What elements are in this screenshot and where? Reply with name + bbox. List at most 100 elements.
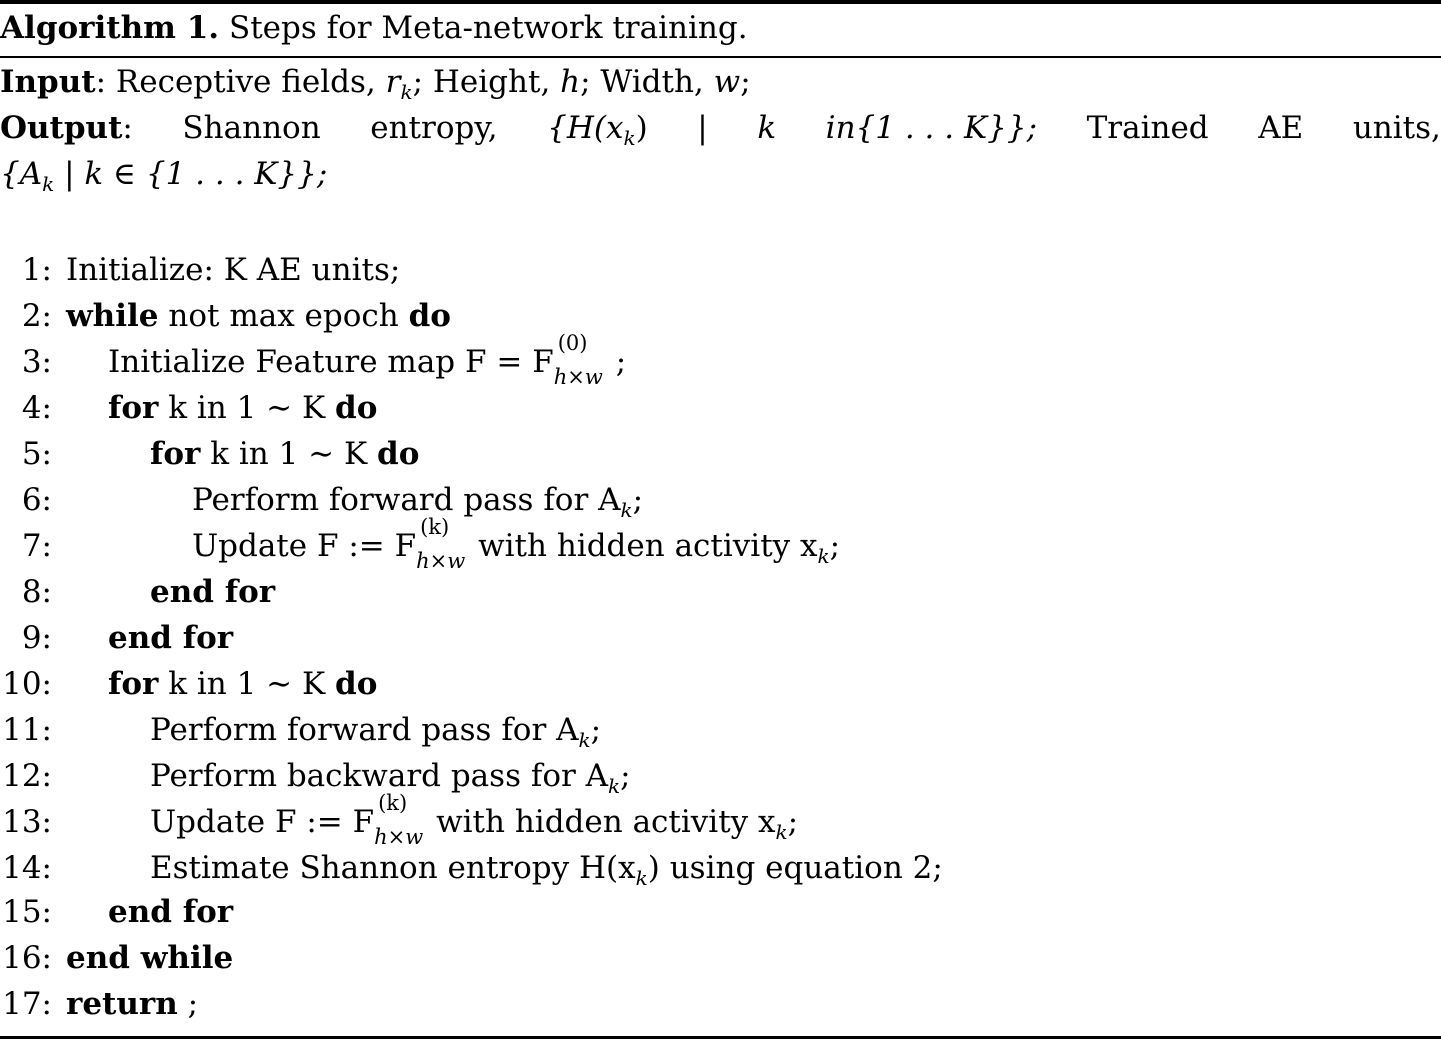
input-label: Input <box>0 64 96 100</box>
output-label: Output <box>0 110 123 146</box>
bottom-rule <box>0 1036 1441 1039</box>
math-sub: k <box>42 172 55 197</box>
keyword: do <box>335 390 378 426</box>
step-body: for k in 1 ∼ K do <box>108 666 377 702</box>
step-text: Update F := F <box>192 528 417 564</box>
step-text: with hidden activity x <box>478 528 818 564</box>
subscript: h×w <box>416 548 466 573</box>
algorithm-step: 10: for k in 1 ∼ K do <box>0 664 377 704</box>
step-number: 8: <box>21 574 52 610</box>
step-text: k in 1 ∼ K <box>168 666 326 702</box>
output-word: AE <box>1258 110 1304 146</box>
step-text: ; <box>187 986 199 1022</box>
algorithm-step: 17: return ; <box>0 984 198 1024</box>
math-h: h <box>560 64 581 100</box>
math-sub: k <box>608 774 621 799</box>
keyword: for <box>108 390 159 426</box>
math-superscript-subscript: (k) h×w <box>374 792 436 848</box>
superscript: (k) <box>420 514 450 539</box>
step-number: 6: <box>21 482 52 518</box>
algorithm-step: 6: Perform forward pass for Ak; <box>0 480 643 530</box>
step-text: ; <box>787 804 799 840</box>
math-r: r <box>385 64 401 100</box>
algorithm-step: 5: for k in 1 ∼ K do <box>0 434 420 474</box>
step-text: Perform forward pass for A <box>150 712 579 748</box>
superscript: (0) <box>557 330 588 355</box>
algorithm-step: 4: for k in 1 ∼ K do <box>0 388 378 428</box>
math-paren: ) <box>635 110 648 146</box>
step-text: ; <box>590 712 602 748</box>
step-body: end for <box>150 574 275 610</box>
keyword: for <box>150 436 201 472</box>
input-text: ; Width, <box>580 64 704 100</box>
step-text: ; <box>632 482 644 518</box>
step-text: k in 1 ∼ K <box>168 390 326 426</box>
algorithm-step: 12: Perform backward pass for Ak; <box>0 756 631 806</box>
step-body: Perform forward pass for Ak; <box>192 482 644 522</box>
step-body: for k in 1 ∼ K do <box>108 390 377 426</box>
step-body: Initialize Feature map F = F (0) h×w; <box>108 332 627 388</box>
keyword: for <box>108 666 159 702</box>
caption-label: Algorithm 1. <box>0 10 220 46</box>
algorithm-step: 2: while not max epoch do <box>0 296 451 336</box>
step-number: 9: <box>21 620 52 656</box>
step-body: for k in 1 ∼ K do <box>150 436 419 472</box>
algorithm-step: 13: Update F := F (k) h×w with hidden activi… <box>0 792 799 852</box>
keyword: return <box>66 986 178 1022</box>
step-number: 1: <box>21 252 52 288</box>
output-word: units, <box>1352 110 1441 146</box>
step-body: end for <box>108 894 233 930</box>
algorithm-step: 11: Perform forward pass for Ak; <box>0 710 601 760</box>
algorithm-step: 16: end while <box>0 938 233 978</box>
step-text: k in 1 ∼ K <box>210 436 368 472</box>
algorithm-step: 7: Update F := F (k) h×w with hidden activit… <box>0 516 841 576</box>
math-sub: k <box>775 820 788 845</box>
keyword: do <box>377 436 420 472</box>
step-text: Update F := F <box>150 804 375 840</box>
step-text: ; <box>829 528 841 564</box>
step-body: return ; <box>66 986 198 1022</box>
step-text: ; <box>615 344 627 380</box>
input-text: ; <box>740 64 751 100</box>
step-body: Update F := F (k) h×w with hidden activity … <box>150 792 799 848</box>
output-word: Trained <box>1086 110 1209 146</box>
math-k: k <box>757 110 777 146</box>
math-bar: | <box>697 110 708 146</box>
superscript: (k) <box>378 790 408 815</box>
step-text: Perform backward pass for A <box>150 758 609 794</box>
step-text: Perform forward pass for A <box>192 482 621 518</box>
step-text: ; <box>620 758 631 794</box>
algorithm-step: 3: Initialize Feature map F = F (0) h×w; <box>0 332 627 388</box>
algorithm-step: 1: Initialize: K AE units; <box>0 250 401 290</box>
output-line-2: {Ak | k ∈ {1 . . . K}}; <box>0 154 327 204</box>
math-sub: k <box>817 544 830 569</box>
step-number: 11: <box>2 712 52 748</box>
step-number: 12: <box>2 758 52 794</box>
step-text: ) using equation 2; <box>647 850 943 886</box>
input-text: ; Height, <box>412 64 551 100</box>
output-line-1: Output: Shannon entropy, {H(xk) | k in{1… <box>0 108 1441 158</box>
math-A: {A <box>0 156 43 192</box>
step-text: Estimate Shannon entropy H(x <box>150 850 636 886</box>
step-number: 16: <box>2 940 52 976</box>
subscript: h×w <box>553 364 603 389</box>
math-sub: k <box>623 126 636 151</box>
keyword: do <box>335 666 378 702</box>
keyword: do <box>408 298 451 334</box>
input-text: Receptive fields, <box>115 64 376 100</box>
step-text: not max epoch <box>168 298 399 334</box>
step-body: Estimate Shannon entropy H(xk) using equ… <box>150 850 943 890</box>
step-number: 13: <box>2 804 52 840</box>
algorithm-step: 14: Estimate Shannon entropy H(xk) using … <box>0 848 943 898</box>
math-w: w <box>713 64 741 100</box>
math-sub: k <box>578 728 591 753</box>
math-sub: k <box>620 498 633 523</box>
math-set: | k ∈ {1 . . . K}}; <box>64 156 328 192</box>
step-number: 4: <box>21 390 52 426</box>
step-number: 17: <box>2 986 52 1022</box>
keyword: end for <box>108 894 234 930</box>
step-number: 3: <box>21 344 52 380</box>
keyword: end for <box>108 620 234 656</box>
step-body: while not max epoch do <box>66 298 451 334</box>
step-body: Perform forward pass for Ak; <box>150 712 602 752</box>
